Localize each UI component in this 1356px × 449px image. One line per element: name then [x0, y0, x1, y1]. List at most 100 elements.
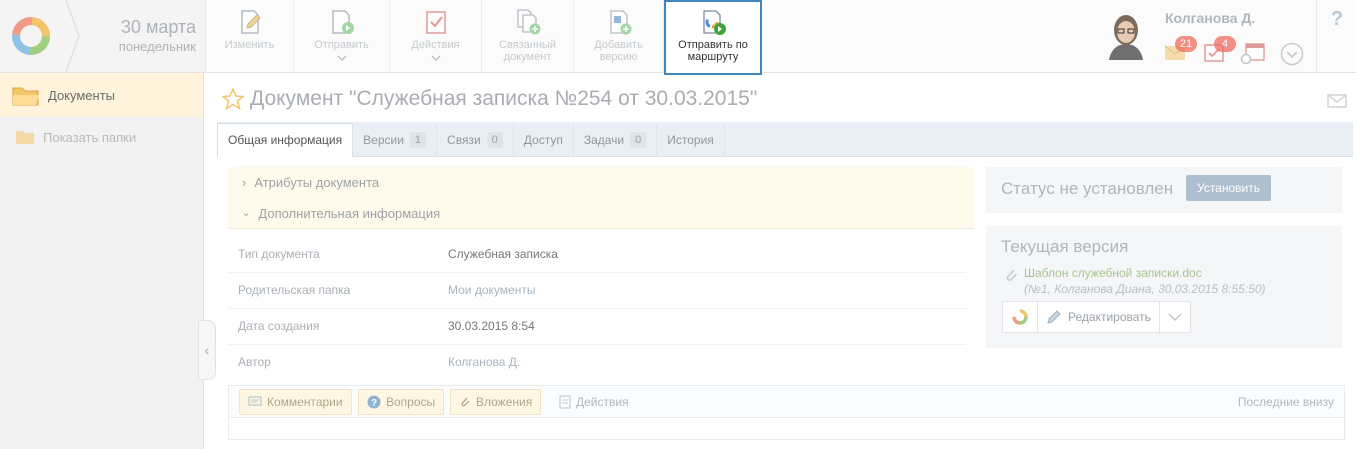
tab-tasks[interactable]: Задачи 0: [574, 124, 658, 156]
sidebar-item-label: Документы: [48, 87, 116, 103]
field-value: Служебная записка: [448, 247, 558, 261]
version-file: Шаблон служебной записки.doc (№1, Колган…: [1004, 266, 1266, 296]
paperclip-icon: [461, 397, 470, 407]
set-status-button[interactable]: Установить: [1186, 175, 1271, 201]
parent-folder-link[interactable]: Мои документы: [448, 283, 535, 297]
svg-text:?: ?: [371, 398, 377, 409]
chevron-right-icon: ›: [242, 175, 247, 190]
field-row-parent-folder: Родительская папка Мои документы: [228, 272, 966, 309]
tab-label: Доступ: [523, 133, 563, 147]
file-meta: (№1, Колганова Диана, 30.03.2015 8:55:50…: [1024, 282, 1266, 296]
author-link[interactable]: Колганова Д.: [448, 355, 520, 369]
tab-versions[interactable]: Версии 1: [353, 124, 438, 156]
sidebar-collapse-handle[interactable]: ‹: [198, 320, 216, 380]
top-toolbar: 30 марта понедельник Изменить Отправить …: [0, 0, 1356, 75]
envelope-icon[interactable]: [1327, 94, 1347, 108]
sidebar-item-show-folders[interactable]: Показать папки: [0, 117, 203, 157]
route-icon: [1012, 309, 1028, 325]
field-label: Родительская папка: [238, 283, 351, 297]
tab-label: Версии: [363, 133, 404, 147]
mail-count-badge: 21: [1175, 36, 1197, 52]
chevron-down-icon: [336, 55, 347, 61]
paperclip-icon: [1006, 269, 1018, 281]
send-document-icon: [331, 10, 354, 34]
tab-label: Общая информация: [228, 133, 343, 147]
logo-area: 30 марта понедельник: [0, 0, 206, 72]
question-icon: ?: [367, 395, 381, 409]
help-button[interactable]: ?: [1316, 0, 1356, 72]
version-actions: Редактировать: [1002, 301, 1191, 333]
file-name-link[interactable]: Шаблон служебной записки.doc: [1024, 266, 1266, 280]
tab-links[interactable]: Связи 0: [437, 124, 514, 156]
comment-icon: [248, 396, 262, 406]
checklist-icon: [425, 11, 446, 34]
send-button[interactable]: Отправить: [294, 0, 390, 72]
linked-document-button[interactable]: Связанный документ: [482, 0, 574, 72]
attachments-label: Вложения: [476, 395, 533, 409]
field-label: Автор: [238, 355, 271, 369]
comments-label: Комментарии: [267, 395, 343, 409]
page-title-row: Документ "Служебная записка №254 от 30.0…: [222, 87, 757, 111]
route-button[interactable]: [1003, 302, 1038, 332]
tab-label: История: [667, 133, 714, 147]
chevron-down-circle-icon[interactable]: [1280, 42, 1304, 66]
tab-count-badge: 1: [409, 132, 427, 148]
user-name[interactable]: Колганова Д.: [1165, 10, 1255, 26]
attachments-button[interactable]: Вложения: [450, 389, 542, 415]
linked-document-icon: [516, 9, 540, 35]
edit-document-icon: [240, 10, 261, 34]
star-icon[interactable]: [222, 88, 244, 110]
tab-label: Связи: [447, 133, 481, 147]
send-by-route-label: Отправить по маршруту: [678, 39, 748, 63]
status-panel: Статус не установлен Установить: [986, 167, 1342, 213]
section-additional-info[interactable]: ⌄ Дополнительная информация: [228, 198, 974, 229]
version-title: Текущая версия: [1001, 237, 1129, 256]
document-tabs: Общая информация Версии 1 Связи 0 Доступ…: [217, 122, 1353, 157]
edit-version-button[interactable]: Редактировать: [1038, 302, 1160, 332]
field-value: 30.03.2015 8:54: [448, 319, 535, 333]
date-weekday: понедельник: [118, 39, 196, 54]
tab-history[interactable]: История: [657, 124, 725, 156]
questions-button[interactable]: ? Вопросы: [358, 389, 445, 415]
chevron-left-icon: ‹: [204, 342, 210, 358]
date-day: 30 марта: [120, 17, 196, 37]
section-document-attributes[interactable]: › Атрибуты документа: [228, 167, 974, 198]
add-version-label: Добавить версию: [594, 39, 643, 63]
date-display: 30 марта понедельник: [86, 16, 196, 56]
field-row-author: Автор Колганова Д.: [228, 344, 966, 380]
folder-open-icon: [12, 87, 39, 106]
send-by-route-button[interactable]: Отправить по маршруту: [664, 0, 762, 75]
app-logo-icon[interactable]: [10, 15, 52, 57]
comment-actions-button[interactable]: Действия: [551, 389, 637, 415]
document-icon: [559, 395, 571, 409]
linked-document-label: Связанный документ: [499, 39, 556, 63]
edit-button[interactable]: Изменить: [206, 0, 294, 72]
tab-count-badge: 0: [486, 132, 503, 148]
sidebar-item-documents[interactable]: Документы: [0, 73, 203, 117]
tasks-count-badge: 4: [1214, 36, 1236, 52]
status-text: Статус не установлен: [1001, 179, 1174, 198]
comments-list: [228, 417, 1345, 440]
comments-button[interactable]: Комментарии: [239, 389, 352, 415]
comments-toolbar: Комментарии ? Вопросы Вложения Действия …: [228, 385, 1345, 418]
page-title: Документ "Служебная записка №254 от 30.0…: [250, 87, 758, 110]
chevron-down-icon: [430, 55, 441, 61]
add-version-button[interactable]: Добавить версию: [574, 0, 664, 72]
edit-label: Изменить: [224, 39, 275, 51]
tab-label: Задачи: [583, 133, 625, 147]
tab-access[interactable]: Доступ: [514, 124, 574, 156]
version-menu-button[interactable]: [1160, 302, 1190, 332]
folder-icon: [16, 131, 34, 144]
tab-general-info[interactable]: Общая информация: [217, 123, 354, 157]
section-title: Дополнительная информация: [258, 205, 441, 221]
field-row-created-date: Дата создания 30.03.2015 8:54: [228, 308, 966, 345]
send-by-route-icon: [703, 10, 726, 35]
pencil-icon: [1047, 310, 1061, 324]
calendar-icon[interactable]: [1240, 42, 1266, 64]
avatar[interactable]: [1103, 10, 1149, 60]
sort-order-toggle[interactable]: Последние внизу: [1238, 395, 1334, 409]
field-row-document-type: Тип документа Служебная записка: [228, 236, 966, 273]
actions-button[interactable]: Действия: [390, 0, 482, 72]
chevron-down-icon: ⌄: [242, 207, 251, 219]
sidebar: Документы Показать папки: [0, 73, 204, 449]
